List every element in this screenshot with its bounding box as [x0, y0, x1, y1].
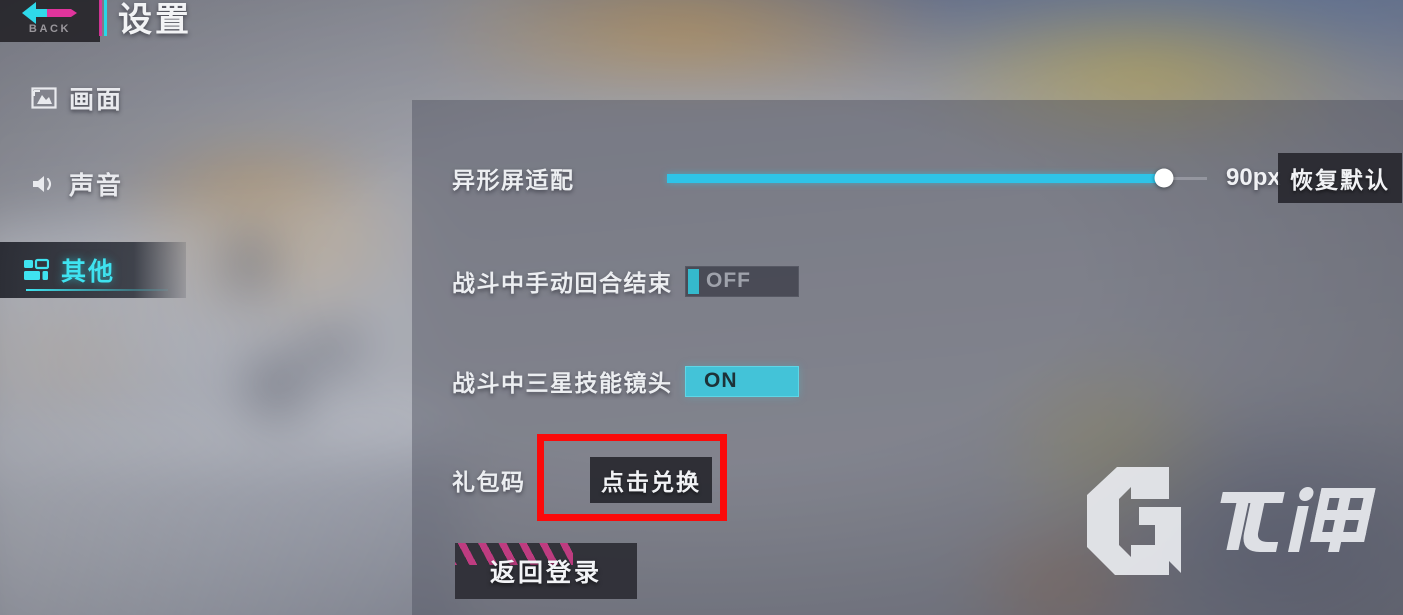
display-icon — [30, 85, 58, 111]
slider-knob[interactable] — [1154, 168, 1174, 188]
back-arrow-icon — [22, 2, 77, 24]
back-button-label: BACK — [28, 23, 72, 35]
settings-rows: 异形屏适配 90px 恢复默认 战斗中手动回合结束 OFF 战斗中三星技能镜头 … — [452, 150, 1402, 507]
gift-code-label: 礼包码 — [452, 469, 526, 495]
restore-default-button[interactable]: 恢复默认 — [1278, 153, 1402, 203]
return-to-login-label: 返回登录 — [489, 559, 602, 587]
page-title: 设置 — [118, 1, 192, 39]
return-to-login-button[interactable]: 返回登录 — [455, 543, 637, 599]
sidebar-item-label: 声音 — [69, 172, 124, 200]
manual-turn-end-label: 战斗中手动回合结束 — [452, 270, 673, 296]
slider-value: 90px — [1226, 164, 1281, 191]
settings-sidebar: 画面 声音 其他 — [0, 70, 230, 298]
redeem-code-button[interactable]: 点击兑换 — [590, 457, 712, 503]
notch-label: 异形屏适配 — [452, 167, 575, 193]
row-three-star-camera: 战斗中三星技能镜头 ON — [452, 354, 1402, 408]
back-accent-magenta — [99, 0, 102, 36]
three-star-camera-label: 战斗中三星技能镜头 — [452, 370, 673, 396]
sidebar-item-sound[interactable]: 声音 — [0, 156, 230, 212]
toggle-state-label: OFF — [706, 269, 751, 292]
toggle-knob — [688, 268, 699, 294]
game-settings-screen: BACK 设置 画面 声音 其他 异形屏适配 90px 恢复默认 战斗中手动回合… — [0, 0, 1403, 615]
manual-turn-end-toggle[interactable]: OFF — [685, 265, 799, 297]
slider-track[interactable] — [667, 168, 1207, 188]
sidebar-item-label: 其他 — [61, 258, 116, 286]
sidebar-item-display[interactable]: 画面 — [0, 70, 230, 126]
sound-icon — [30, 171, 58, 197]
sidebar-active-underline — [26, 289, 168, 291]
watermark-text — [1220, 487, 1376, 552]
sidebar-item-other[interactable]: 其他 — [0, 242, 186, 298]
jiuyou-g-logo-icon — [1087, 467, 1181, 575]
row-manual-turn-end: 战斗中手动回合结束 OFF — [452, 254, 1402, 308]
toggle-state-label: ON — [704, 369, 738, 392]
row-notch-adaptation: 异形屏适配 90px 恢复默认 — [452, 150, 1402, 206]
sidebar-item-label: 画面 — [69, 86, 124, 114]
back-button[interactable]: BACK — [0, 0, 100, 42]
watermark — [1081, 461, 1395, 579]
three-star-camera-toggle[interactable]: ON — [685, 365, 799, 397]
notch-slider[interactable]: 90px — [667, 164, 1281, 192]
back-accent-cyan — [104, 0, 107, 36]
other-settings-icon — [22, 257, 50, 283]
slider-fill — [667, 173, 1164, 183]
